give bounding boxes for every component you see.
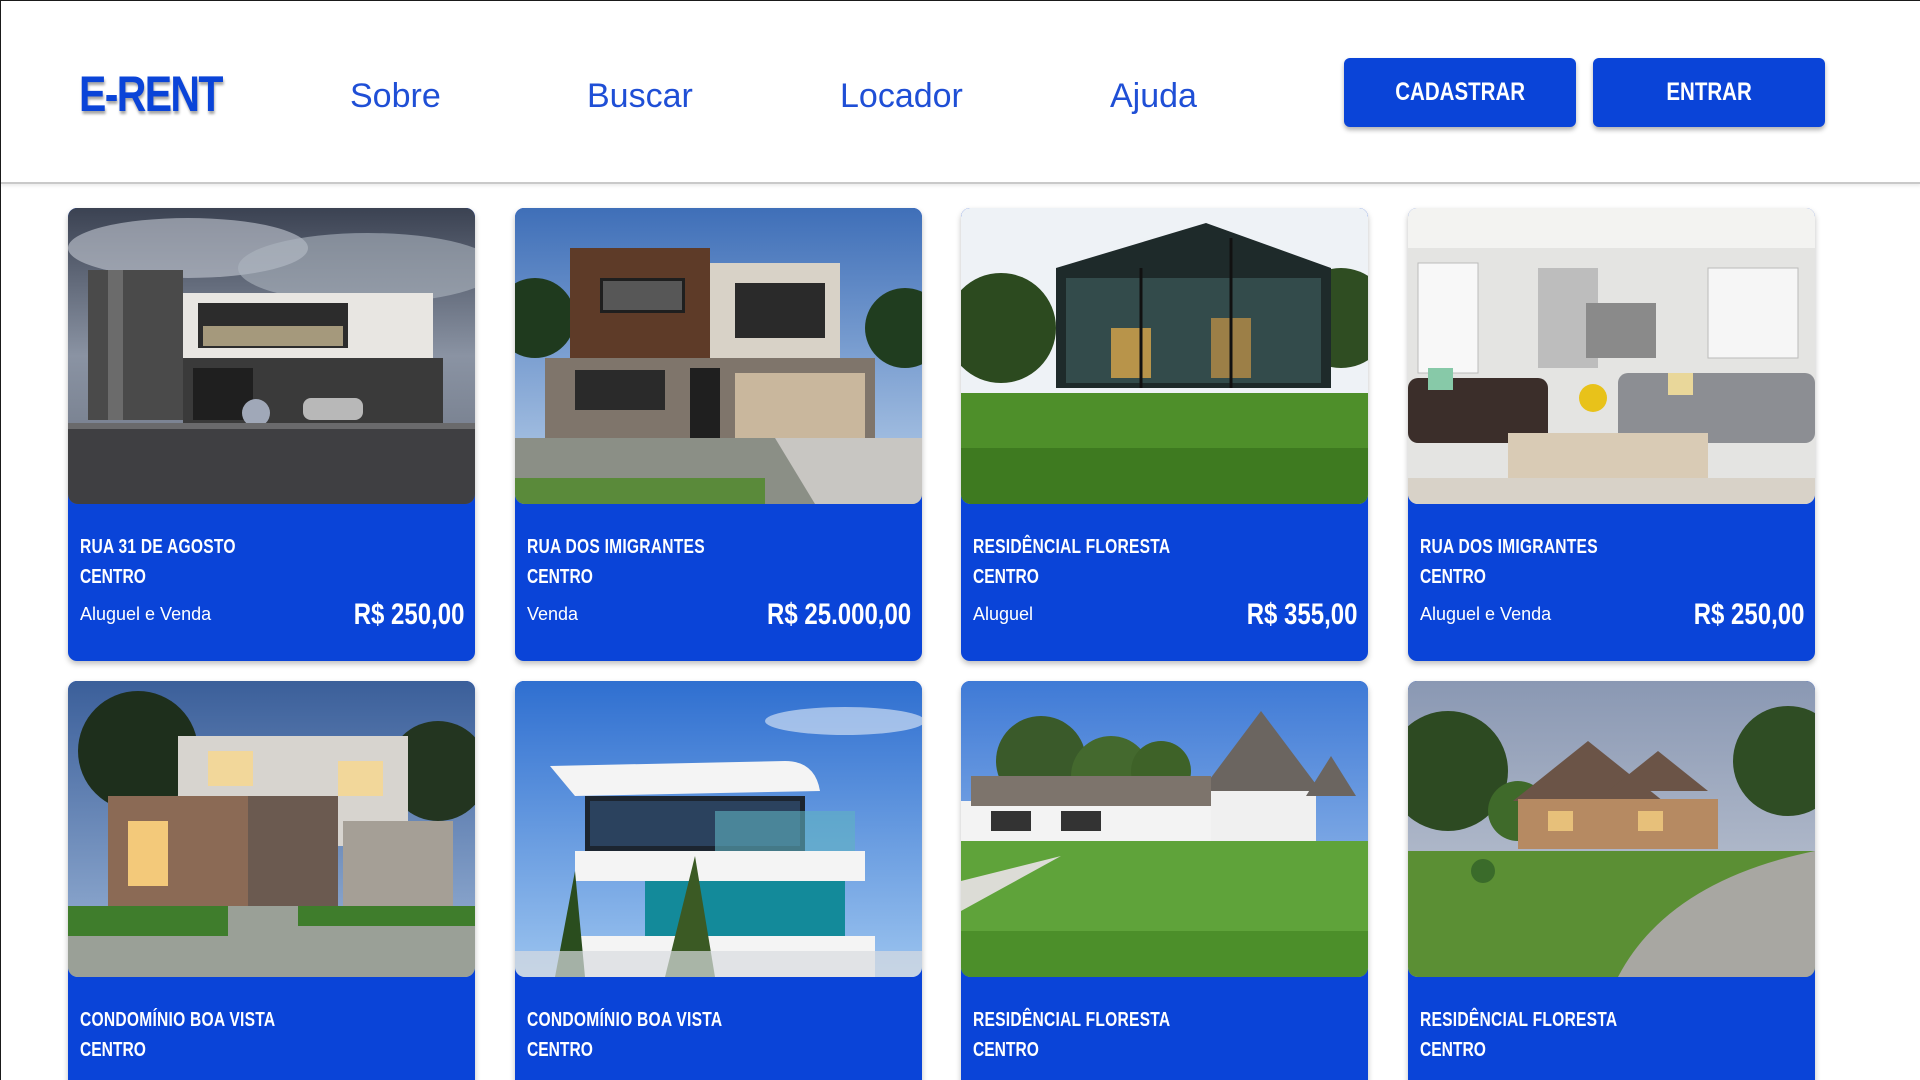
listing-type: Venda: [527, 604, 579, 624]
listing-price: R$ 355,00: [1246, 598, 1357, 631]
listing-info: RUA DOS IMIGRANTES CENTRO Venda R$ 25.00…: [515, 504, 922, 661]
page-frame: E-RENT Sobre Buscar Locador Ajuda CADAST…: [0, 0, 1920, 1080]
listing-card[interactable]: RUA DOS IMIGRANTES CENTRO Venda R$ 25.00…: [515, 208, 922, 661]
listing-photo-modern-house-dusk: [68, 208, 475, 504]
listing-info: CONDOMÍNIO BOA VISTA CENTRO: [68, 977, 475, 1080]
listing-district: CENTRO: [527, 1039, 593, 1061]
listing-card[interactable]: RUA DOS IMIGRANTES CENTRO Aluguel e Vend…: [1408, 208, 1815, 661]
listing-card[interactable]: CONDOMÍNIO BOA VISTA CENTRO: [68, 681, 475, 1080]
listing-district: CENTRO: [973, 566, 1039, 588]
listings-grid: RUA 31 DE AGOSTO CENTRO Aluguel e Venda …: [1, 1, 1920, 1080]
listing-card[interactable]: CONDOMÍNIO BOA VISTA CENTRO: [515, 681, 922, 1080]
listing-street: CONDOMÍNIO BOA VISTA: [527, 1009, 723, 1031]
listing-district: CENTRO: [527, 566, 593, 588]
listing-district: CENTRO: [1420, 566, 1486, 588]
listing-photo-white-house-lawn: [961, 681, 1368, 977]
listing-type: Aluguel: [973, 604, 1034, 624]
listing-photo-house-evening-lights: [68, 681, 475, 977]
listing-card[interactable]: RESIDÊNCIAL FLORESTA CENTRO: [961, 681, 1368, 1080]
listing-info: RESIDÊNCIAL FLORESTA CENTRO: [961, 977, 1368, 1080]
listing-street: RESIDÊNCIAL FLORESTA: [1420, 1009, 1618, 1031]
listing-photo-glass-house-lawn: [961, 208, 1368, 504]
listing-info: RESIDÊNCIAL FLORESTA CENTRO: [1408, 977, 1815, 1080]
listing-photo-living-room-interior: [1408, 208, 1815, 504]
listing-price: R$ 250,00: [1693, 598, 1804, 631]
listing-card[interactable]: RUA 31 DE AGOSTO CENTRO Aluguel e Venda …: [68, 208, 475, 661]
listing-district: CENTRO: [80, 1039, 146, 1061]
listing-info: RUA DOS IMIGRANTES CENTRO Aluguel e Vend…: [1408, 504, 1815, 661]
listing-street: RUA DOS IMIGRANTES: [527, 536, 705, 558]
listing-street: RUA DOS IMIGRANTES: [1420, 536, 1598, 558]
listing-card[interactable]: RESIDÊNCIAL FLORESTA CENTRO: [1408, 681, 1815, 1080]
listing-type: Aluguel e Venda: [80, 604, 212, 624]
listing-street: CONDOMÍNIO BOA VISTA: [80, 1009, 276, 1031]
listing-type: Aluguel e Venda: [1420, 604, 1552, 624]
listing-district: CENTRO: [1420, 1039, 1486, 1061]
listing-photo-stone-house-driveway: [1408, 681, 1815, 977]
listing-info: RESIDÊNCIAL FLORESTA CENTRO Aluguel R$ 3…: [961, 504, 1368, 661]
listing-street: RESIDÊNCIAL FLORESTA: [973, 536, 1171, 558]
listing-info: CONDOMÍNIO BOA VISTA CENTRO: [515, 977, 922, 1080]
listing-info: RUA 31 DE AGOSTO CENTRO Aluguel e Venda …: [68, 504, 475, 661]
listing-photo-two-story-house-garage: [515, 208, 922, 504]
listing-card[interactable]: RESIDÊNCIAL FLORESTA CENTRO Aluguel R$ 3…: [961, 208, 1368, 661]
listing-price: R$ 250,00: [353, 598, 464, 631]
listing-street: RUA 31 DE AGOSTO: [80, 536, 236, 558]
listing-district: CENTRO: [973, 1039, 1039, 1061]
listing-photo-white-modern-building: [515, 681, 922, 977]
listing-district: CENTRO: [80, 566, 146, 588]
listing-street: RESIDÊNCIAL FLORESTA: [973, 1009, 1171, 1031]
listing-price: R$ 25.000,00: [766, 598, 911, 631]
